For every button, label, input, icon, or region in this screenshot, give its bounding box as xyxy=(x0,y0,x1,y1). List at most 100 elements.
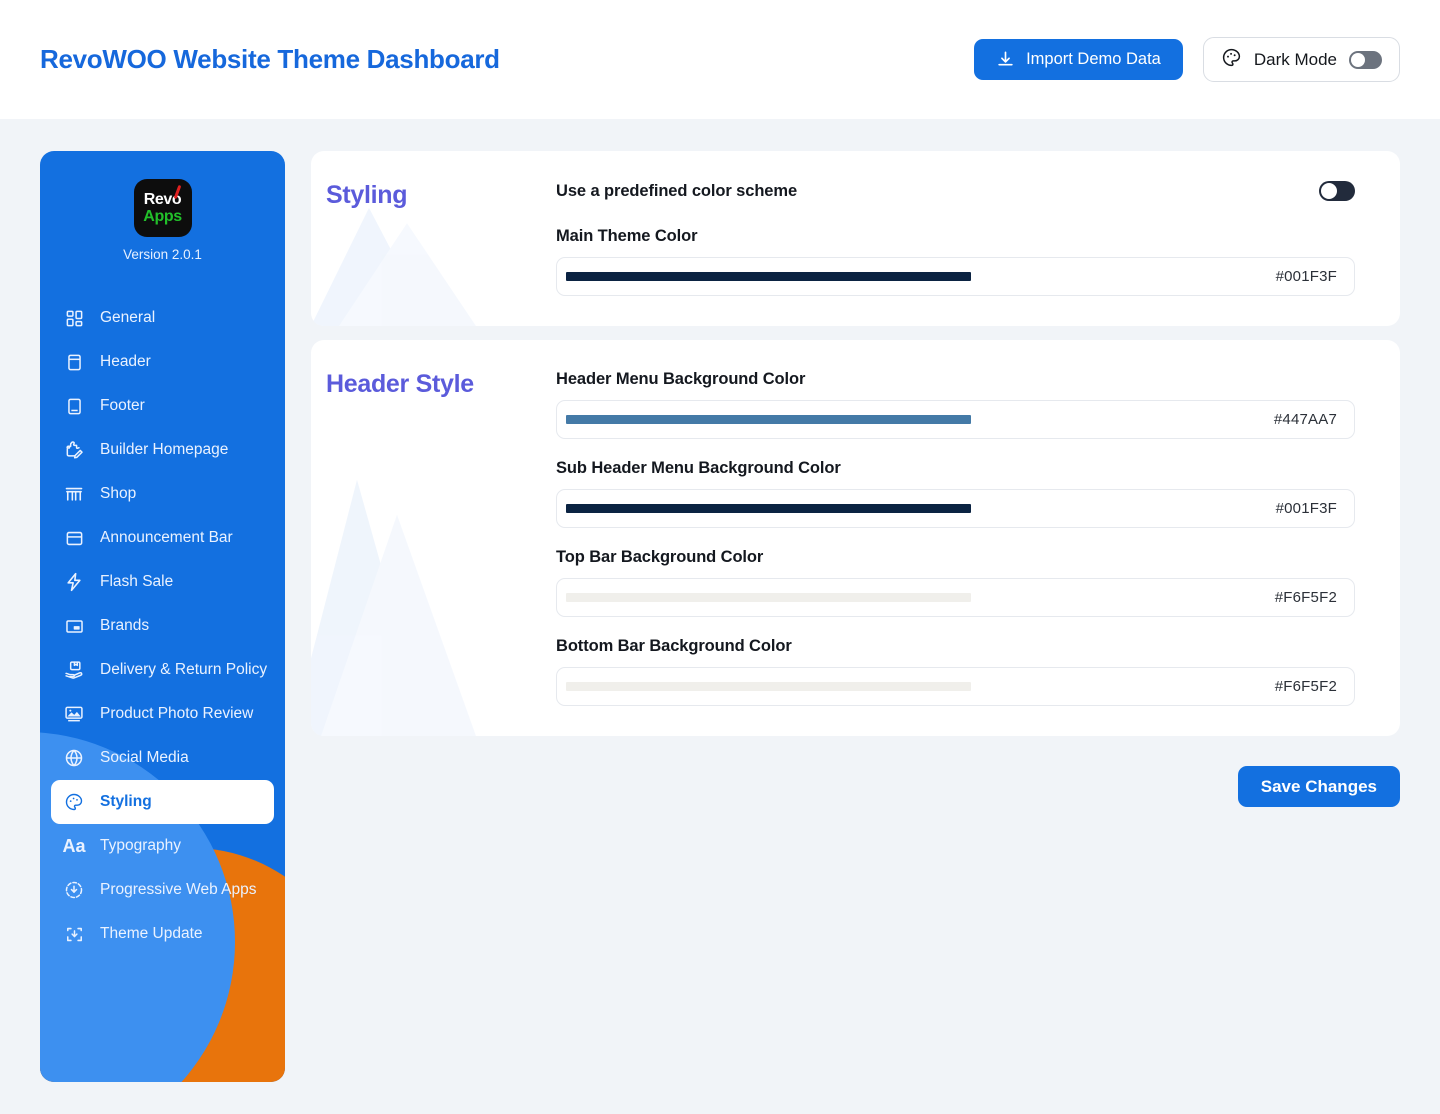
color-hex-value: #001F3F xyxy=(1275,268,1337,285)
sidebar-item-delivery-return-policy[interactable]: Delivery & Return Policy xyxy=(51,648,274,692)
import-demo-data-button[interactable]: Import Demo Data xyxy=(974,39,1183,80)
field-group-bottom-bar-background-color: Bottom Bar Background Color #F6F5F2 xyxy=(556,637,1355,706)
field-group-header-menu-background-color: Header Menu Background Color #447AA7 xyxy=(556,370,1355,439)
page-body: Revo Apps Version 2.0.1 General Header F… xyxy=(0,119,1440,1114)
sidebar-item-label: Typography xyxy=(100,837,181,854)
sidebar-logo-block: Revo Apps Version 2.0.1 xyxy=(40,151,285,262)
color-picker-sub-header-menu-background-color[interactable]: #001F3F xyxy=(556,489,1355,528)
version-label: Version 2.0.1 xyxy=(123,247,202,262)
image-box-icon xyxy=(63,615,85,637)
sidebar-item-label: Flash Sale xyxy=(100,573,174,590)
sidebar-item-header[interactable]: Header xyxy=(51,340,274,384)
sidebar-item-social-media[interactable]: Social Media xyxy=(51,736,274,780)
sidebar-item-progressive-web-apps[interactable]: Progressive Web Apps xyxy=(51,868,274,912)
color-hex-value: #447AA7 xyxy=(1273,411,1337,428)
globe-icon xyxy=(63,747,85,769)
sidebar-item-label: Header xyxy=(100,353,151,370)
color-swatch xyxy=(566,504,971,513)
sidebar-item-shop[interactable]: Shop xyxy=(51,472,274,516)
styling-card: Styling Use a predefined color scheme Ma… xyxy=(311,151,1400,326)
header-style-card-header: Header Style xyxy=(311,370,556,706)
field-label: Header Menu Background Color xyxy=(556,370,806,388)
sidebar-item-label: Builder Homepage xyxy=(100,441,229,458)
sidebar: Revo Apps Version 2.0.1 General Header F… xyxy=(40,151,285,1082)
predefined-scheme-toggle[interactable] xyxy=(1319,181,1355,201)
photo-icon xyxy=(63,703,85,725)
color-hex-value: #001F3F xyxy=(1275,500,1337,517)
sidebar-item-label: Footer xyxy=(100,397,145,414)
sidebar-item-label: Styling xyxy=(100,793,152,810)
sidebar-item-label: General xyxy=(100,309,156,326)
sidebar-item-label: Progressive Web Apps xyxy=(100,881,257,898)
sidebar-item-brands[interactable]: Brands xyxy=(51,604,274,648)
text-aa-icon: Aa xyxy=(62,836,86,856)
field-group-main-theme-color: Main Theme Color #001F3F xyxy=(556,227,1355,296)
header-layout-icon xyxy=(63,351,85,373)
color-hex-value: #F6F5F2 xyxy=(1274,589,1337,606)
field-label: Sub Header Menu Background Color xyxy=(556,459,841,477)
header-style-section-title: Header Style xyxy=(326,370,474,398)
sidebar-item-label: Product Photo Review xyxy=(100,705,254,722)
sidebar-nav: General Header Footer Builder Homepage S… xyxy=(40,296,285,956)
sidebar-item-flash-sale[interactable]: Flash Sale xyxy=(51,560,274,604)
field-label: Bottom Bar Background Color xyxy=(556,637,792,655)
field-group-top-bar-background-color: Top Bar Background Color #F6F5F2 xyxy=(556,548,1355,617)
color-picker-bottom-bar-background-color[interactable]: #F6F5F2 xyxy=(556,667,1355,706)
revoapps-logo: Revo Apps xyxy=(133,179,192,237)
sidebar-item-styling[interactable]: Styling xyxy=(51,780,274,824)
sidebar-item-theme-update[interactable]: Theme Update xyxy=(51,912,274,956)
header-style-card-fields: Header Menu Background Color #447AA7 Sub… xyxy=(556,370,1355,706)
zap-icon xyxy=(63,571,85,593)
sidebar-item-label: Shop xyxy=(100,485,137,502)
sidebar-item-label: Theme Update xyxy=(100,925,203,942)
grid-icon xyxy=(63,307,85,329)
dark-mode-label: Dark Mode xyxy=(1253,49,1337,69)
dark-mode-toggle[interactable] xyxy=(1349,50,1382,69)
predefined-scheme-label: Use a predefined color scheme xyxy=(556,181,798,200)
color-swatch xyxy=(566,272,971,281)
color-swatch xyxy=(566,415,971,424)
download-box-icon xyxy=(63,923,85,945)
puzzle-edit-icon xyxy=(63,439,85,461)
sidebar-item-footer[interactable]: Footer xyxy=(51,384,274,428)
palette-icon xyxy=(1221,47,1242,73)
save-changes-button[interactable]: Save Changes xyxy=(1237,766,1400,807)
color-picker-main-theme-color[interactable]: #001F3F xyxy=(556,257,1355,296)
sidebar-item-typography[interactable]: Aa Typography xyxy=(51,824,274,868)
sidebar-item-label: Social Media xyxy=(100,749,189,766)
app-header: RevoWOO Website Theme Dashboard Import D… xyxy=(0,0,1440,119)
predefined-scheme-row: Use a predefined color scheme xyxy=(556,181,1355,201)
color-hex-value: #F6F5F2 xyxy=(1274,678,1337,695)
sidebar-item-label: Brands xyxy=(100,617,150,634)
import-demo-data-label: Import Demo Data xyxy=(1026,50,1161,68)
save-row: Save Changes xyxy=(311,766,1400,807)
field-group-sub-header-menu-background-color: Sub Header Menu Background Color #001F3F xyxy=(556,459,1355,528)
footer-layout-icon xyxy=(63,395,85,417)
header-actions: Import Demo Data Dark Mode xyxy=(974,37,1400,82)
color-picker-header-menu-background-color[interactable]: #447AA7 xyxy=(556,400,1355,439)
color-swatch xyxy=(566,593,971,602)
download-circle-icon xyxy=(63,879,85,901)
field-label: Top Bar Background Color xyxy=(556,548,764,566)
store-icon xyxy=(63,483,85,505)
styling-card-header: Styling xyxy=(311,181,556,296)
color-picker-top-bar-background-color[interactable]: #F6F5F2 xyxy=(556,578,1355,617)
dark-mode-button[interactable]: Dark Mode xyxy=(1202,37,1400,82)
sidebar-item-product-photo-review[interactable]: Product Photo Review xyxy=(51,692,274,736)
field-label: Main Theme Color xyxy=(556,227,698,245)
logo-apps-text: Apps xyxy=(143,207,182,225)
download-icon xyxy=(996,50,1015,69)
header-style-card: Header Style Header Menu Background Colo… xyxy=(311,340,1400,736)
sidebar-item-announcement-bar[interactable]: Announcement Bar xyxy=(51,516,274,560)
styling-card-fields: Use a predefined color scheme Main Theme… xyxy=(556,181,1355,296)
styling-section-title: Styling xyxy=(326,181,408,209)
color-swatch xyxy=(566,682,971,691)
announcement-layout-icon xyxy=(63,527,85,549)
sidebar-item-builder-homepage[interactable]: Builder Homepage xyxy=(51,428,274,472)
sidebar-item-general[interactable]: General xyxy=(51,296,274,340)
page-title: RevoWOO Website Theme Dashboard xyxy=(40,44,500,74)
palette-icon xyxy=(63,791,85,813)
main-content: Styling Use a predefined color scheme Ma… xyxy=(311,151,1400,1114)
sidebar-item-label: Announcement Bar xyxy=(100,529,233,546)
sidebar-item-label: Delivery & Return Policy xyxy=(100,661,268,678)
